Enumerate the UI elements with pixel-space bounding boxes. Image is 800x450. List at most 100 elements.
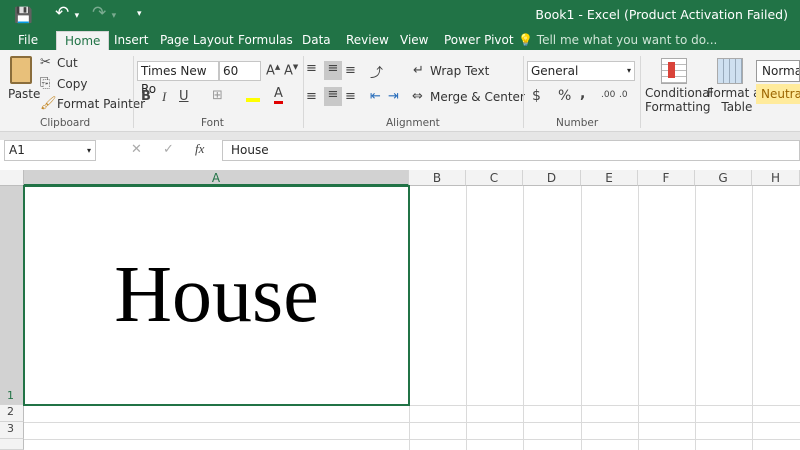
column-header-f[interactable]: F: [638, 170, 695, 186]
font-name-select[interactable]: Times New Ro: [137, 61, 219, 96]
increase-font-icon[interactable]: A▲: [266, 63, 280, 78]
fill-color-icon[interactable]: [246, 88, 260, 102]
cut-icon: ✂: [40, 55, 51, 70]
column-header-a[interactable]: A: [24, 170, 409, 186]
align-top-icon[interactable]: ≡: [306, 61, 317, 76]
font-color-button[interactable]: A: [274, 86, 283, 104]
increase-indent-icon[interactable]: ⇥: [388, 89, 399, 104]
column-header-e[interactable]: E: [581, 170, 638, 186]
font-size-select[interactable]: 60: [219, 61, 261, 81]
divider: [640, 56, 641, 128]
gridline: [24, 439, 800, 440]
gridline: [523, 186, 524, 450]
number-format-select[interactable]: General ▾: [527, 61, 635, 81]
format-as-table-icon: [717, 58, 743, 84]
row-header-1[interactable]: 1: [0, 186, 24, 405]
divider: [523, 56, 524, 128]
gridline: [752, 186, 753, 450]
insert-function-button[interactable]: fx: [195, 141, 204, 157]
undo-icon[interactable]: ↶ ▾: [55, 3, 79, 23]
column-header-g[interactable]: G: [695, 170, 752, 186]
italic-button[interactable]: I: [162, 89, 166, 105]
align-middle-icon[interactable]: ≡: [324, 61, 342, 80]
orientation-icon[interactable]: ⤴: [370, 62, 383, 81]
customize-qat-icon[interactable]: ▾: [137, 9, 142, 19]
conditional-label-1: Conditional: [645, 86, 713, 100]
style-neutral[interactable]: Neutral: [756, 84, 800, 104]
tell-me-text: Tell me what you want to do...: [536, 33, 718, 47]
copy-button[interactable]: Copy: [57, 77, 87, 91]
style-normal[interactable]: Normal: [756, 60, 800, 82]
save-icon[interactable]: 💾: [14, 6, 33, 24]
conditional-label-2: Formatting: [645, 100, 711, 114]
cancel-icon[interactable]: ✕: [131, 142, 142, 157]
cell-a1[interactable]: House: [23, 185, 410, 406]
decrease-decimal-icon[interactable]: .0: [619, 90, 628, 100]
formula-input[interactable]: House: [222, 140, 800, 161]
wrap-text-icon: ↵: [413, 63, 424, 78]
redo-icon[interactable]: ↷ ▾: [92, 3, 116, 23]
gridline: [24, 422, 800, 423]
row-header-4[interactable]: [0, 439, 24, 450]
tab-power-pivot[interactable]: Power Pivot: [436, 31, 522, 50]
font-size-value: 60: [223, 64, 239, 78]
clipboard-group-label: Clipboard: [40, 117, 91, 129]
enter-icon[interactable]: ✓: [163, 142, 174, 157]
tab-home[interactable]: Home: [56, 31, 110, 50]
alignment-group-label: Alignment: [386, 117, 440, 129]
format-painter-button[interactable]: Format Painter: [57, 97, 145, 111]
conditional-formatting-icon: [661, 58, 687, 84]
tab-formulas[interactable]: Formulas: [230, 31, 301, 50]
row-header-2[interactable]: 2: [0, 405, 24, 422]
tab-page-layout[interactable]: Page Layout: [152, 31, 242, 50]
font-group-label: Font: [201, 117, 224, 129]
ribbon-divider: [0, 132, 800, 140]
paste-button[interactable]: Paste: [8, 87, 40, 101]
align-center-icon[interactable]: ≡: [324, 87, 342, 106]
merge-center-button[interactable]: Merge & Center: [430, 90, 525, 104]
gridline: [466, 186, 467, 450]
column-header-d[interactable]: D: [523, 170, 581, 186]
percent-button[interactable]: %: [558, 88, 571, 104]
decrease-indent-icon[interactable]: ⇤: [370, 89, 381, 104]
merge-center-icon: ⇔: [412, 89, 423, 104]
copy-icon: ⎘: [40, 76, 51, 91]
divider: [133, 56, 134, 128]
tab-view[interactable]: View: [392, 31, 436, 50]
align-left-icon[interactable]: ≡: [306, 89, 317, 104]
align-right-icon[interactable]: ≡: [345, 89, 356, 104]
increase-decimal-icon[interactable]: .00: [601, 90, 615, 100]
lightbulb-icon: 💡: [518, 33, 533, 47]
column-header-c[interactable]: C: [466, 170, 523, 186]
format-painter-icon: 🖌: [40, 96, 57, 111]
divider: [303, 56, 304, 128]
tab-review[interactable]: Review: [338, 31, 397, 50]
tab-file[interactable]: File: [10, 31, 46, 50]
gridline: [581, 186, 582, 450]
name-box-value: A1: [9, 143, 25, 157]
tab-data[interactable]: Data: [294, 31, 339, 50]
number-group-label: Number: [556, 117, 599, 129]
column-header-b[interactable]: B: [409, 170, 466, 186]
name-box[interactable]: A1 ▾: [4, 140, 96, 161]
conditional-formatting-button[interactable]: Conditional Formatting: [645, 86, 713, 114]
bold-button[interactable]: B: [141, 89, 151, 104]
comma-button[interactable]: ,: [580, 86, 585, 102]
align-bottom-icon[interactable]: ≡: [345, 63, 356, 78]
window-title: Book1 - Excel (Product Activation Failed…: [535, 7, 788, 22]
currency-button[interactable]: $: [532, 88, 541, 104]
number-format-value: General: [531, 64, 579, 78]
borders-icon[interactable]: ⊞: [212, 88, 223, 103]
row-header-3[interactable]: 3: [0, 422, 24, 439]
cut-button[interactable]: Cut: [57, 56, 78, 70]
tab-insert[interactable]: Insert: [106, 31, 156, 50]
paste-icon[interactable]: [10, 56, 32, 84]
select-all-button[interactable]: [0, 170, 24, 186]
gridline: [638, 186, 639, 450]
wrap-text-button[interactable]: Wrap Text: [430, 64, 489, 78]
decrease-font-icon[interactable]: A▼: [284, 63, 298, 78]
tell-me-search[interactable]: 💡 Tell me what you want to do...: [518, 31, 717, 50]
column-header-h[interactable]: H: [752, 170, 800, 186]
gridline: [695, 186, 696, 450]
underline-button[interactable]: U: [179, 89, 189, 104]
